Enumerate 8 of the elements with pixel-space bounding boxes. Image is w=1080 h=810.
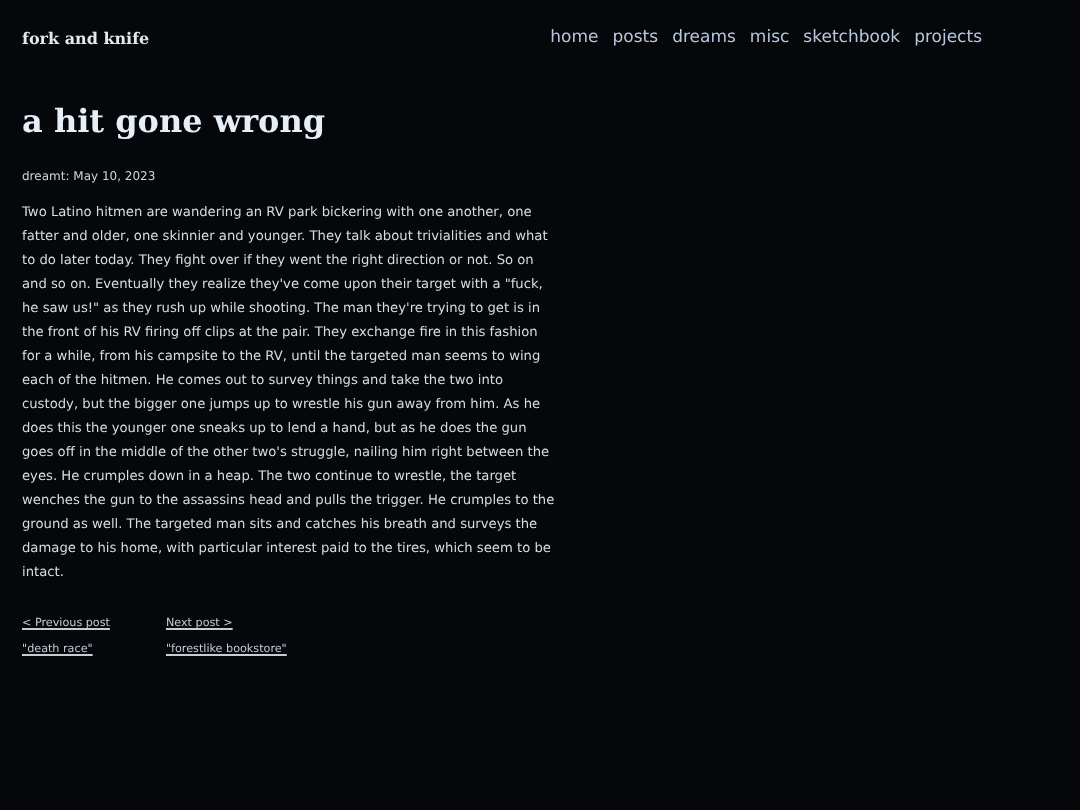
nav-link[interactable]: misc	[749, 28, 790, 48]
site-title[interactable]: fork and knife	[22, 28, 150, 48]
nav-link[interactable]: posts	[612, 28, 659, 48]
nav-link[interactable]: projects	[914, 28, 982, 48]
nav-link[interactable]: dreams	[672, 28, 736, 48]
nav-link[interactable]: sketchbook	[803, 28, 901, 48]
post-title: a hit gone wrong	[22, 102, 328, 140]
nav-link[interactable]: home	[550, 28, 599, 48]
